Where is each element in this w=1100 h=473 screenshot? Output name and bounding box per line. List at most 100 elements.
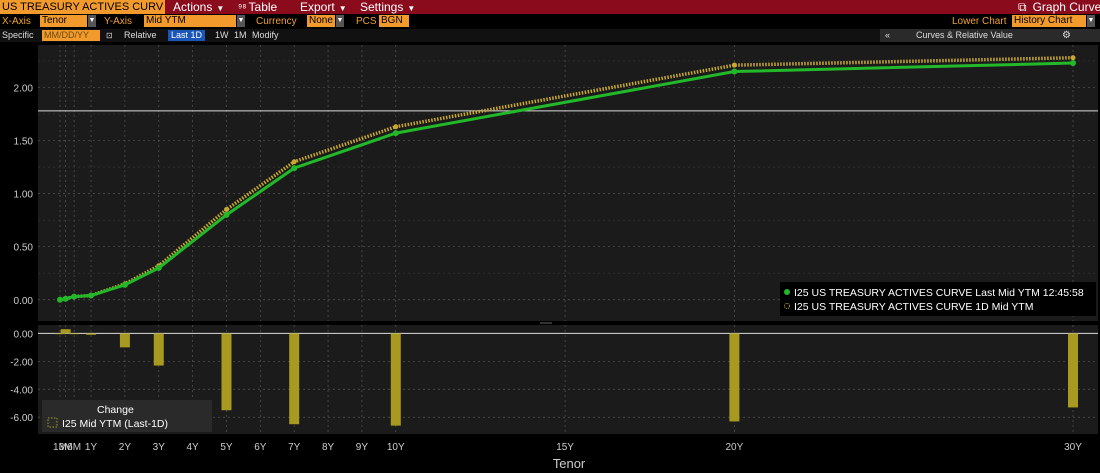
curve-title[interactable]: US TREASURY ACTIVES CURV: [0, 0, 165, 14]
series-1d-point: [1070, 55, 1076, 61]
export-menu[interactable]: Export ▼: [300, 0, 347, 14]
modify-button[interactable]: Modify: [252, 29, 279, 42]
graph-curves-label: Graph Curves: [1032, 0, 1100, 14]
currency-select[interactable]: None: [307, 15, 335, 27]
change-bar: [1068, 333, 1078, 408]
x-tick-label: 15Y: [556, 442, 574, 453]
1m-button[interactable]: 1M: [234, 29, 247, 42]
date-input[interactable]: MM/DD/YY: [42, 30, 100, 41]
calendar-icon[interactable]: ⊡: [106, 29, 113, 42]
caret-down-icon: ▼: [407, 4, 416, 13]
y-tick-label-lower: 0.00: [14, 329, 34, 340]
x-tick-label: 7Y: [288, 442, 301, 453]
x-tick-label: 20Y: [725, 442, 743, 453]
change-bar: [289, 333, 300, 425]
x-tick-label: 1Y: [85, 442, 98, 453]
series-1d-point: [393, 124, 399, 130]
x-tick-label: 8Y: [322, 442, 335, 453]
actions-menu[interactable]: Actions ▼: [173, 0, 224, 14]
caret-down-icon: ▼: [338, 4, 347, 13]
graph-curves-button[interactable]: ⧉ Graph Curves: [1018, 0, 1100, 14]
series-1d-point: [291, 159, 297, 165]
top-bar: [0, 0, 1100, 14]
change-title: Change: [97, 404, 134, 416]
y-axis-select[interactable]: Mid YTM: [144, 15, 236, 27]
change-bar: [153, 333, 164, 366]
x-axis-title: Tenor: [553, 456, 586, 471]
series-last-point: [62, 295, 69, 302]
yield-curve-chart: 2.001.501.000.500.00 1M3M6M 1Y 2Y 3Y 4Y 5Y 6Y 7…: [10, 45, 1098, 471]
change-bar: [729, 333, 740, 422]
x-axis-label: X-Axis: [2, 16, 31, 27]
pcs-label: PCS: [356, 16, 377, 27]
pcs-input[interactable]: BGN: [379, 15, 409, 27]
series-last-point: [121, 281, 128, 288]
series-last-point: [71, 293, 78, 300]
lower-chart-label: Lower Chart: [952, 16, 1007, 27]
change-bar: [60, 329, 71, 334]
collapse-left-icon[interactable]: «: [885, 29, 890, 42]
last-label: Last: [171, 30, 189, 40]
x-axis-select[interactable]: Tenor: [40, 15, 87, 27]
x-tick-label: 2Y: [119, 442, 132, 453]
curves-relative-value-label: Curves & Relative Value: [916, 30, 1013, 40]
export-label: Export: [300, 0, 335, 14]
x-tick-label: 4Y: [187, 442, 200, 453]
series-last-point: [731, 68, 738, 75]
axis-options-bar: X-Axis Tenor ▼ Y-Axis Mid YTM ▼ Currency…: [0, 14, 1100, 29]
y-tick-label-upper: 0.00: [14, 296, 34, 307]
gear-icon[interactable]: ⚙: [1062, 29, 1071, 42]
change-bar: [69, 333, 80, 335]
change-bar: [221, 333, 232, 411]
y-tick-label-upper: 1.00: [14, 190, 34, 201]
caret-down-icon[interactable]: ▼: [336, 15, 344, 27]
legend-last: I25 US TREASURY ACTIVES CURVE Last Mid Y…: [794, 287, 1084, 299]
1d-label: 1D: [190, 30, 203, 40]
legend-1d: I25 US TREASURY ACTIVES CURVE 1D Mid YTM: [794, 301, 1033, 313]
series-last-point: [223, 211, 230, 218]
specific-label: Specific: [2, 30, 34, 40]
y-tick-label-lower: -4.00: [10, 385, 33, 396]
x-tick-label: 6Y: [254, 442, 267, 453]
series-last-point: [57, 296, 63, 303]
actions-label: Actions: [173, 0, 213, 14]
y-tick-label-lower: -2.00: [10, 357, 33, 368]
y-tick-label-lower: -6.00: [10, 413, 33, 424]
table-label: Table: [248, 0, 278, 14]
external-link-icon: ⧉: [1018, 0, 1027, 14]
change-bar: [390, 333, 401, 426]
change-bar: [119, 333, 130, 348]
series-last-point: [291, 165, 298, 172]
caret-down-icon[interactable]: ▼: [1087, 15, 1095, 27]
1w-button[interactable]: 1W: [215, 29, 229, 42]
series-last-point: [392, 130, 399, 137]
table-menu[interactable]: ⁹⁸ Table: [238, 0, 277, 14]
settings-label: Settings: [360, 0, 404, 14]
curves-panel-bar: « Curves & Relative Value ⚙: [880, 29, 1100, 42]
x-tick-label: 5Y: [220, 442, 233, 453]
series-1d-point: [223, 207, 229, 213]
lower-chart-select[interactable]: History Chart: [1012, 15, 1086, 27]
change-bar: [55, 333, 65, 335]
x-tick-label: 10Y: [387, 442, 405, 453]
caret-down-icon[interactable]: ▼: [88, 15, 96, 27]
y-tick-label-upper: 1.50: [14, 137, 34, 148]
change-bar: [86, 333, 97, 335]
legend-marker-last: [784, 289, 790, 295]
change-series-label: I25 Mid YTM (Last-1D): [62, 418, 168, 430]
x-tick-label: 6M: [67, 442, 81, 453]
x-tick-label: 30Y: [1064, 442, 1082, 453]
series-last-point: [1070, 60, 1076, 67]
last-1d-button[interactable]: Last 1D: [168, 30, 206, 41]
upper-plot-area: [38, 45, 1098, 321]
series-1d-point: [731, 62, 737, 68]
caret-down-icon[interactable]: ▼: [237, 15, 245, 27]
relative-label: Relative: [124, 30, 157, 40]
y-tick-label-upper: 2.00: [14, 83, 34, 94]
series-last-point: [88, 292, 95, 299]
caret-down-icon: ▼: [216, 4, 225, 13]
table-icon: ⁹⁸: [238, 3, 247, 14]
series-last-point: [155, 264, 162, 271]
settings-menu[interactable]: Settings ▼: [360, 0, 415, 14]
currency-label: Currency: [256, 16, 297, 27]
